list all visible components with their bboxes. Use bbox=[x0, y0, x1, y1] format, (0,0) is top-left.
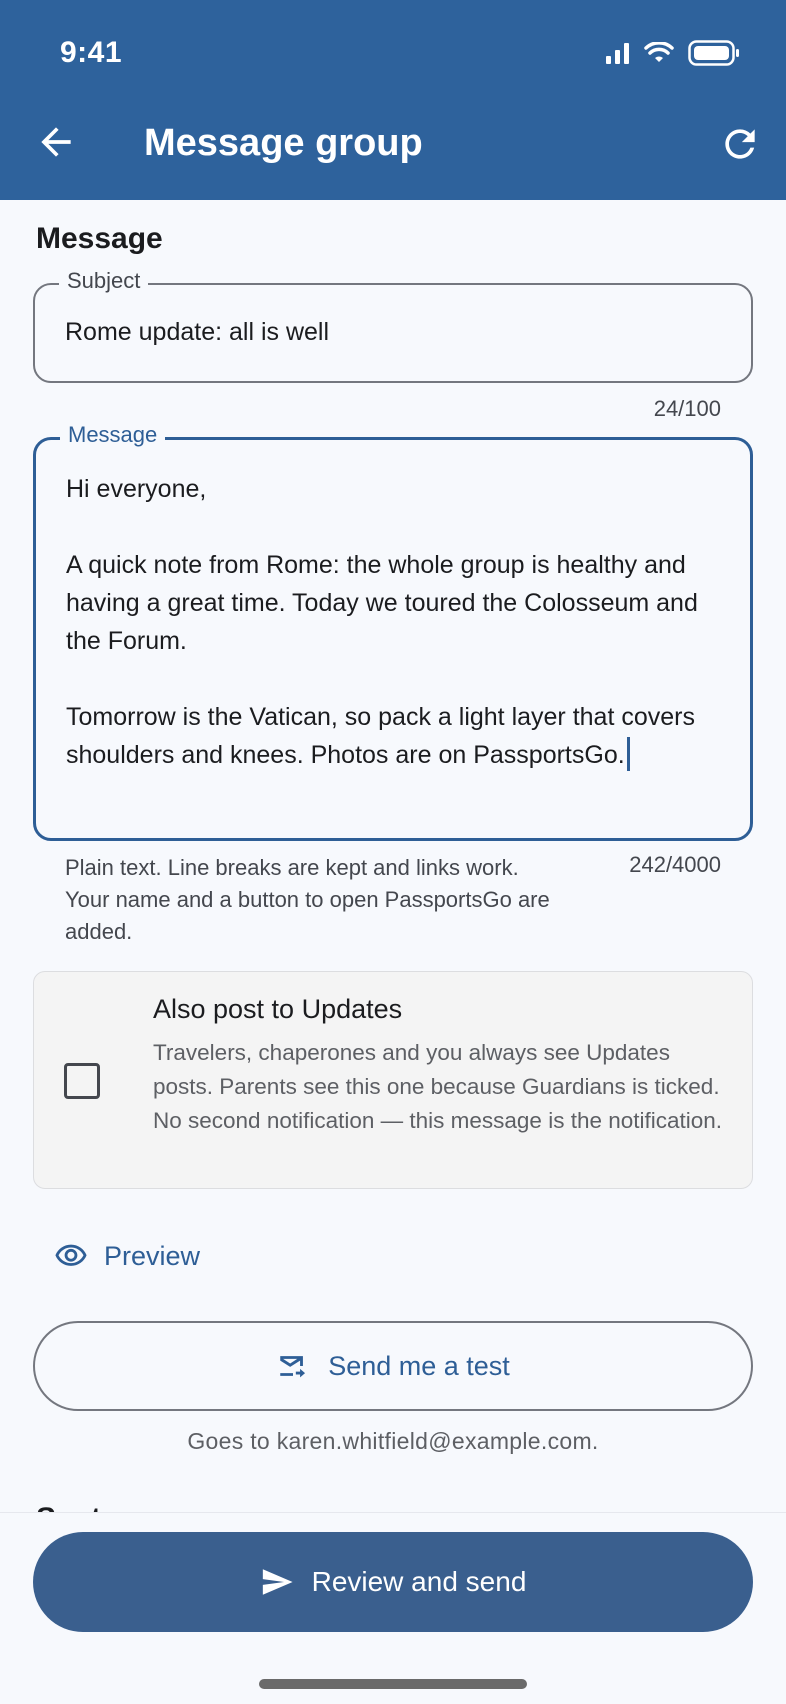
subject-field[interactable]: Subject Rome update: all is well bbox=[33, 268, 753, 383]
back-button[interactable] bbox=[34, 120, 78, 164]
wifi-icon bbox=[644, 42, 674, 62]
updates-checkbox[interactable] bbox=[64, 1063, 100, 1099]
message-text: Hi everyone, A quick note from Rome: the… bbox=[66, 475, 698, 769]
signal-icon bbox=[606, 43, 629, 64]
message-helper-text: Plain text. Line breaks are kept and lin… bbox=[65, 855, 550, 944]
send-me-a-test-label: Send me a test bbox=[328, 1350, 510, 1381]
battery-icon bbox=[688, 40, 739, 66]
preview-button[interactable]: Preview bbox=[54, 1232, 200, 1280]
text-cursor bbox=[626, 737, 630, 771]
status-time: 9:41 bbox=[60, 36, 123, 69]
subject-counter: 24/100 bbox=[653, 396, 721, 421]
also-post-to-updates-option[interactable]: Also post to Updates Travelers, chaperon… bbox=[33, 971, 753, 1189]
updates-title: Also post to Updates bbox=[153, 994, 403, 1024]
test-recipient-note: Goes to karen.whitfield@example.com. bbox=[187, 1428, 599, 1454]
status-icons bbox=[606, 40, 740, 66]
home-indicator[interactable] bbox=[259, 1679, 527, 1689]
section-title: Message bbox=[36, 222, 163, 255]
refresh-icon bbox=[725, 129, 755, 159]
message-label: Message bbox=[60, 422, 166, 448]
page-title: Message group bbox=[144, 122, 423, 164]
review-and-send-label: Review and send bbox=[311, 1566, 527, 1597]
message-field[interactable]: Message Hi everyone, A quick note from R… bbox=[33, 422, 753, 841]
app-bar: 9:41 Message group bbox=[0, 0, 786, 200]
review-and-send-button[interactable]: Review and send bbox=[33, 1532, 753, 1632]
subject-label: Subject bbox=[59, 268, 149, 294]
message-counter: 242/4000 bbox=[629, 852, 721, 877]
send-me-a-test-button[interactable]: Send me a test bbox=[33, 1321, 753, 1411]
arrow-back-icon bbox=[41, 127, 71, 157]
refresh-button[interactable] bbox=[718, 122, 762, 166]
eye-icon bbox=[55, 1244, 87, 1266]
send-icon bbox=[262, 1569, 293, 1595]
message-input[interactable]: Hi everyone, A quick note from Rome: the… bbox=[66, 470, 716, 774]
updates-description: Travelers, chaperones and you always see… bbox=[153, 1040, 723, 1133]
subject-value[interactable]: Rome update: all is well bbox=[65, 318, 329, 347]
preview-label: Preview bbox=[104, 1240, 201, 1271]
mail-forward-icon bbox=[280, 1356, 306, 1378]
